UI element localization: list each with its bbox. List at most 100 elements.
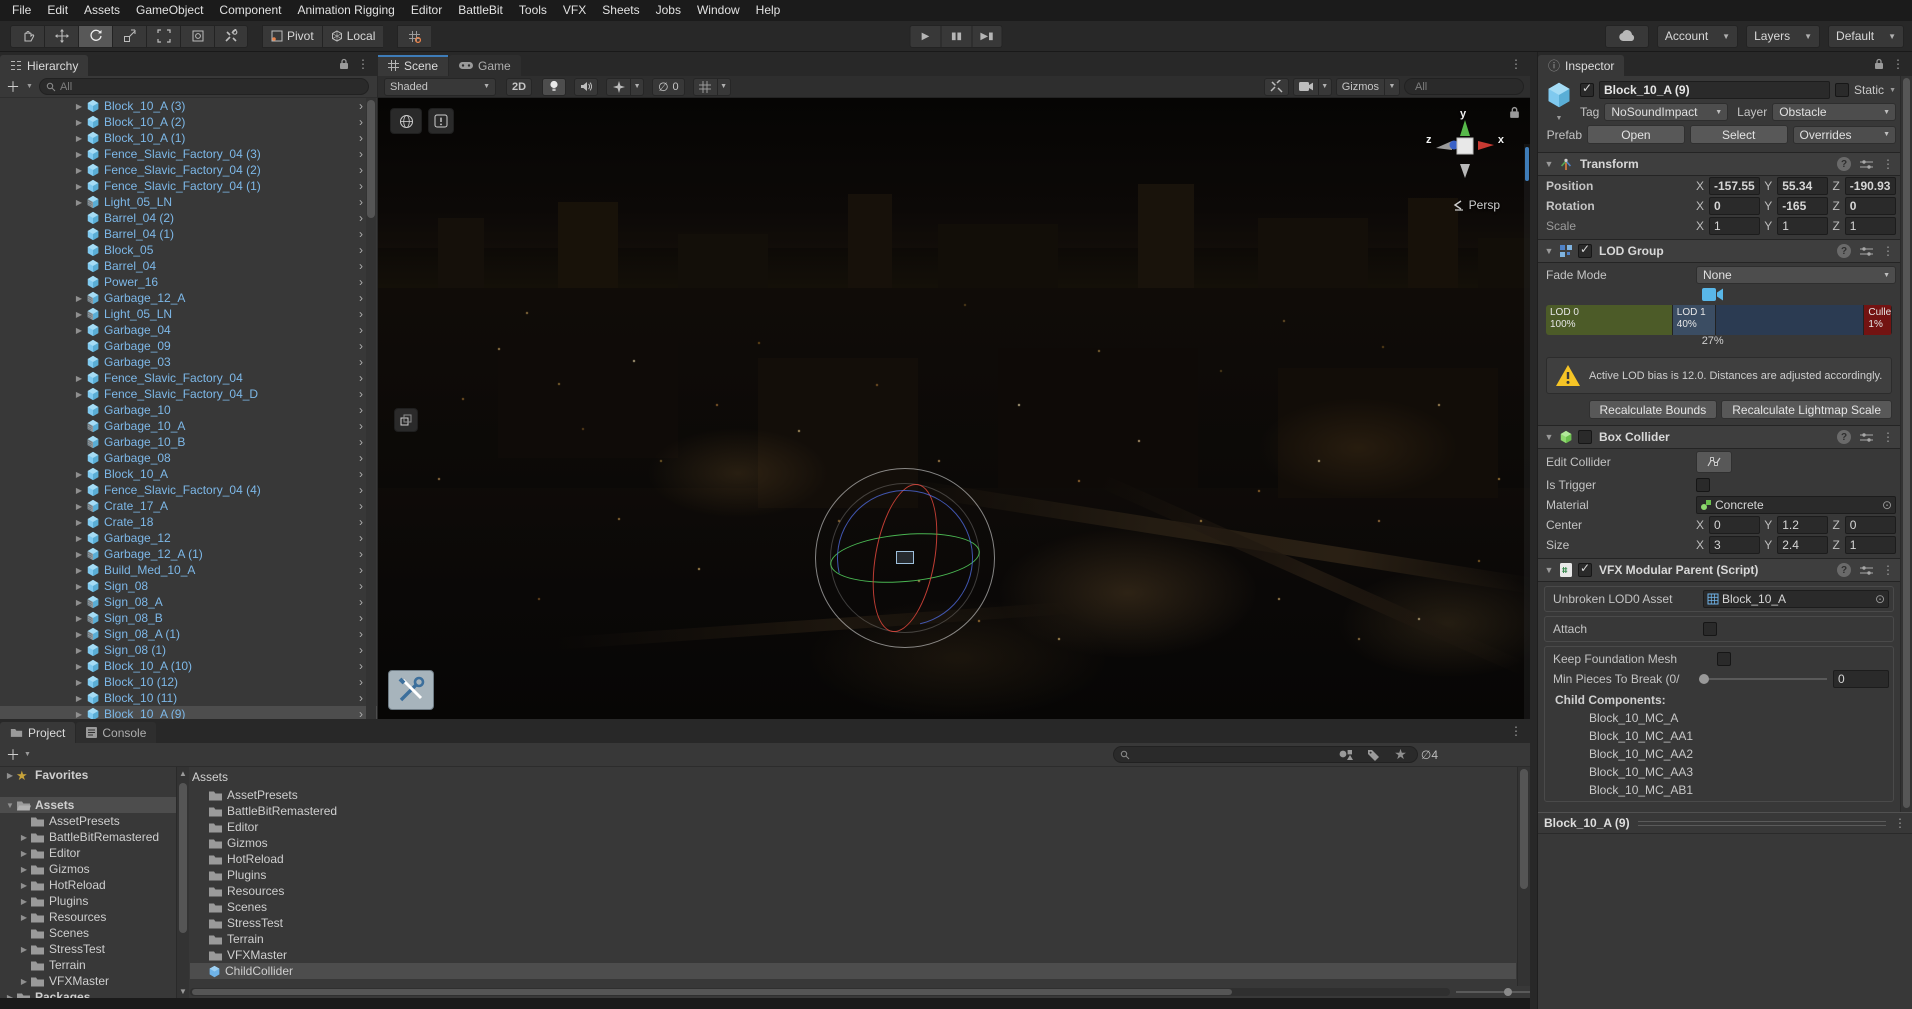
hierarchy-item[interactable]: ▶Fence_Slavic_Factory_04 (3)› xyxy=(0,146,377,162)
prefab-open-arrow[interactable]: › xyxy=(359,675,363,689)
foldout-arrow[interactable]: ▼ xyxy=(1544,432,1554,442)
project-tree-item[interactable]: ▶Resources xyxy=(0,909,176,925)
panel-menu-icon[interactable]: ⋮ xyxy=(1510,57,1522,71)
lod-segment[interactable]: LOD 0100% xyxy=(1546,305,1673,335)
hierarchy-item[interactable]: Power_16› xyxy=(0,274,377,290)
edit-collider-button[interactable] xyxy=(1696,451,1732,473)
scale-y-field[interactable]: 1 xyxy=(1777,217,1828,235)
hierarchy-item[interactable]: ▶Sign_08_A (1)› xyxy=(0,626,377,642)
project-tree-item[interactable]: ▼Assets xyxy=(0,797,176,813)
pause-button[interactable]: ▮▮ xyxy=(941,25,972,48)
hierarchy-item[interactable]: Garbage_09› xyxy=(0,338,377,354)
gizmos-caret[interactable]: ▼ xyxy=(1384,78,1400,96)
search-by-label-icon[interactable] xyxy=(1367,749,1380,761)
static-checkbox[interactable] xyxy=(1835,83,1849,97)
project-tree-item[interactable]: ▶VFXMaster xyxy=(0,973,176,989)
create-asset-caret[interactable]: ▼ xyxy=(24,751,31,758)
hierarchy-item[interactable]: ▶Block_10_A (3)› xyxy=(0,98,377,114)
hierarchy-item[interactable]: ▶Block_10_A (10)› xyxy=(0,658,377,674)
menu-sheets[interactable]: Sheets xyxy=(594,0,647,21)
hierarchy-item[interactable]: ▶Block_10_A› xyxy=(0,466,377,482)
prefab-open-arrow[interactable]: › xyxy=(359,691,363,705)
project-file-item[interactable]: Terrain xyxy=(190,931,1516,947)
prefab-open-arrow[interactable]: › xyxy=(359,499,363,513)
menu-jobs[interactable]: Jobs xyxy=(648,0,689,21)
layout-dropdown[interactable]: Default▼ xyxy=(1828,25,1904,48)
gizmos-dropdown[interactable]: Gizmos xyxy=(1336,78,1384,96)
static-caret[interactable]: ▼ xyxy=(1889,87,1896,94)
prefab-open-arrow[interactable]: › xyxy=(359,451,363,465)
custom-tool-button[interactable] xyxy=(214,25,248,48)
recalculate-lightmap-button[interactable]: Recalculate Lightmap Scale xyxy=(1721,400,1892,419)
prefab-open-arrow[interactable]: › xyxy=(359,547,363,561)
prefab-open-arrow[interactable]: › xyxy=(359,307,363,321)
hierarchy-item[interactable]: ▶Fence_Slavic_Factory_04 (1)› xyxy=(0,178,377,194)
warnings-overlay-button[interactable] xyxy=(428,108,454,134)
prefab-open-arrow[interactable]: › xyxy=(359,147,363,161)
recalculate-bounds-button[interactable]: Recalculate Bounds xyxy=(1589,400,1718,419)
tab-scene[interactable]: Scene xyxy=(378,55,448,76)
grid-visibility-button[interactable] xyxy=(693,78,717,96)
menu-assets[interactable]: Assets xyxy=(76,0,128,21)
prefab-open-arrow[interactable]: › xyxy=(359,659,363,673)
min-pieces-slider[interactable] xyxy=(1699,678,1827,680)
foldout-arrow[interactable]: ▼ xyxy=(1544,159,1554,169)
hierarchy-item[interactable]: Garbage_10› xyxy=(0,402,377,418)
prefab-open-arrow[interactable]: › xyxy=(359,355,363,369)
project-tree-item[interactable]: ▶StressTest xyxy=(0,941,176,957)
audio-toggle-button[interactable] xyxy=(574,78,598,96)
unbroken-lod0-field[interactable]: Block_10_A ⊙ xyxy=(1703,590,1889,608)
position-y-field[interactable]: 55.34 xyxy=(1777,177,1828,195)
prefab-open-button[interactable]: Open xyxy=(1587,125,1685,144)
grid-caret[interactable]: ▼ xyxy=(717,78,731,96)
effects-caret[interactable]: ▼ xyxy=(630,78,644,96)
prefab-open-arrow[interactable]: › xyxy=(359,707,363,719)
prefab-open-arrow[interactable]: › xyxy=(359,483,363,497)
scale-z-field[interactable]: 1 xyxy=(1845,217,1896,235)
keep-foundation-checkbox[interactable] xyxy=(1717,652,1731,666)
project-tree-item[interactable]: AssetPresets xyxy=(0,813,176,829)
hierarchy-item[interactable]: ▶Block_10_A (2)› xyxy=(0,114,377,130)
add-object-caret[interactable]: ▼ xyxy=(26,83,33,90)
scene-scrollbar[interactable] xyxy=(1524,144,1530,719)
prefab-open-arrow[interactable]: › xyxy=(359,563,363,577)
size-y-field[interactable]: 2.4 xyxy=(1777,536,1828,554)
hidden-objects-button[interactable]: ∅0 xyxy=(652,78,685,96)
play-button[interactable]: ▶ xyxy=(910,25,941,48)
help-icon[interactable]: ? xyxy=(1837,244,1851,258)
hierarchy-item[interactable]: Garbage_10_A› xyxy=(0,418,377,434)
project-tree-item[interactable]: ▶BattleBitRemastered xyxy=(0,829,176,845)
scene-lock-icon[interactable] xyxy=(1509,106,1520,119)
menu-battlebit[interactable]: BattleBit xyxy=(450,0,511,21)
hierarchy-item[interactable]: ▶Light_05_LN› xyxy=(0,194,377,210)
component-menu-icon[interactable]: ⋮ xyxy=(1882,244,1894,258)
presets-icon[interactable] xyxy=(1860,432,1873,443)
prefab-open-arrow[interactable]: › xyxy=(359,531,363,545)
hierarchy-item[interactable]: ▶Garbage_12_A (1)› xyxy=(0,546,377,562)
project-file-item[interactable]: Plugins xyxy=(190,867,1516,883)
hierarchy-item[interactable]: ▶Block_10 (11)› xyxy=(0,690,377,706)
prefab-open-arrow[interactable]: › xyxy=(359,227,363,241)
prefab-open-arrow[interactable]: › xyxy=(359,179,363,193)
hierarchy-item[interactable]: ▶Fence_Slavic_Factory_04› xyxy=(0,370,377,386)
project-tree-item[interactable]: ▶Editor xyxy=(0,845,176,861)
project-tree-item[interactable]: ▶★Favorites xyxy=(0,767,176,783)
project-file-item[interactable]: BattleBitRemastered xyxy=(190,803,1516,819)
scene-viewport[interactable]: y z x Persp xyxy=(378,98,1530,719)
hierarchy-item[interactable]: ▶Garbage_04› xyxy=(0,322,377,338)
prefab-open-arrow[interactable]: › xyxy=(359,611,363,625)
foldout-arrow[interactable]: ▼ xyxy=(1544,246,1554,256)
component-menu-icon[interactable]: ⋮ xyxy=(1882,157,1894,171)
lighting-toggle-button[interactable] xyxy=(542,78,566,96)
hierarchy-item[interactable]: ▶Fence_Slavic_Factory_04 (2)› xyxy=(0,162,377,178)
menu-edit[interactable]: Edit xyxy=(39,0,76,21)
project-file-item[interactable]: Scenes xyxy=(190,899,1516,915)
prefab-open-arrow[interactable]: › xyxy=(359,99,363,113)
panel-menu-icon[interactable]: ⋮ xyxy=(1892,57,1904,71)
object-picker-icon[interactable]: ⊙ xyxy=(1875,592,1885,606)
hierarchy-item[interactable]: Block_05› xyxy=(0,242,377,258)
prefab-open-arrow[interactable]: › xyxy=(359,211,363,225)
prefab-open-arrow[interactable]: › xyxy=(359,243,363,257)
hierarchy-item[interactable]: Barrel_04 (2)› xyxy=(0,210,377,226)
project-files-scrollbar[interactable] xyxy=(1517,767,1530,986)
